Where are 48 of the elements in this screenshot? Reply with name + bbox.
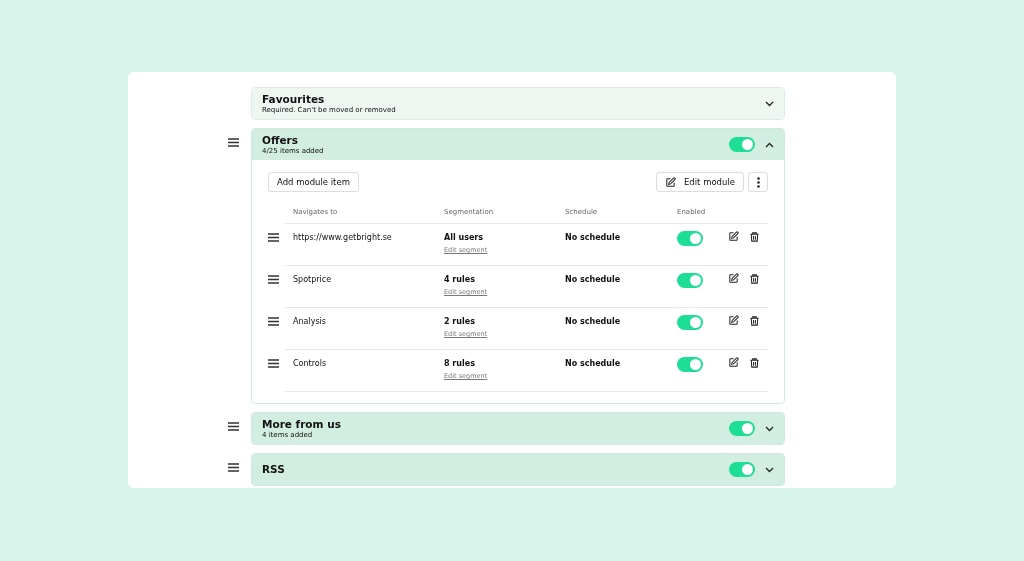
- more-icon: [756, 176, 760, 188]
- edit-icon: [664, 176, 676, 188]
- toggle-switch[interactable]: [677, 273, 703, 288]
- item-target: https://www.getbright.se: [293, 233, 393, 242]
- schedule-text: No schedule: [565, 233, 622, 242]
- trash-icon: [749, 231, 760, 243]
- edit-icon: [728, 273, 739, 284]
- item-target: Analysis: [293, 317, 327, 326]
- edit-icon: [728, 357, 739, 368]
- toggle-switch[interactable]: [729, 421, 755, 436]
- add-item-button[interactable]: Add module item: [268, 172, 359, 192]
- segment-text: All users: [444, 233, 485, 242]
- more-button[interactable]: [748, 172, 768, 192]
- segment-text: 4 rules: [444, 275, 476, 284]
- toggle-switch[interactable]: [677, 357, 703, 372]
- drag-handle-icon[interactable]: [228, 138, 239, 147]
- toggle-switch[interactable]: [729, 137, 755, 152]
- module-header[interactable]: RSS: [252, 454, 784, 485]
- chevron-icon[interactable]: [765, 141, 774, 148]
- chevron-icon[interactable]: [765, 425, 774, 432]
- schedule-text: No schedule: [565, 359, 622, 368]
- edit-icon: [728, 231, 739, 242]
- trash-icon: [749, 315, 760, 327]
- drag-handle-icon[interactable]: [228, 422, 239, 431]
- chevron-icon[interactable]: [765, 466, 774, 473]
- toggle-switch[interactable]: [677, 315, 703, 330]
- segment-text: 2 rules: [444, 317, 476, 326]
- trash-icon: [749, 273, 760, 285]
- chevron-icon[interactable]: [765, 100, 774, 107]
- item-target: Controls: [293, 359, 328, 368]
- edit-module-button[interactable]: Edit module: [655, 172, 744, 192]
- module-title: More from us: [262, 417, 342, 431]
- drag-handle-icon[interactable]: [268, 317, 279, 326]
- module-title: Favourites: [262, 92, 326, 106]
- drag-handle-icon[interactable]: [228, 463, 239, 472]
- module-title: Offers: [262, 133, 299, 147]
- drag-handle-icon[interactable]: [268, 275, 279, 284]
- trash-icon: [749, 357, 760, 369]
- module-title: RSS: [262, 463, 286, 476]
- drag-handle-icon[interactable]: [268, 359, 279, 368]
- schedule-text: No schedule: [565, 275, 622, 284]
- schedule-text: No schedule: [565, 317, 622, 326]
- item-target: Spotprice: [293, 275, 333, 284]
- segment-text: 8 rules: [444, 359, 476, 368]
- edit-icon: [728, 315, 739, 326]
- toggle-switch[interactable]: [729, 462, 755, 477]
- drag-handle-icon[interactable]: [268, 233, 279, 242]
- toggle-switch[interactable]: [677, 231, 703, 246]
